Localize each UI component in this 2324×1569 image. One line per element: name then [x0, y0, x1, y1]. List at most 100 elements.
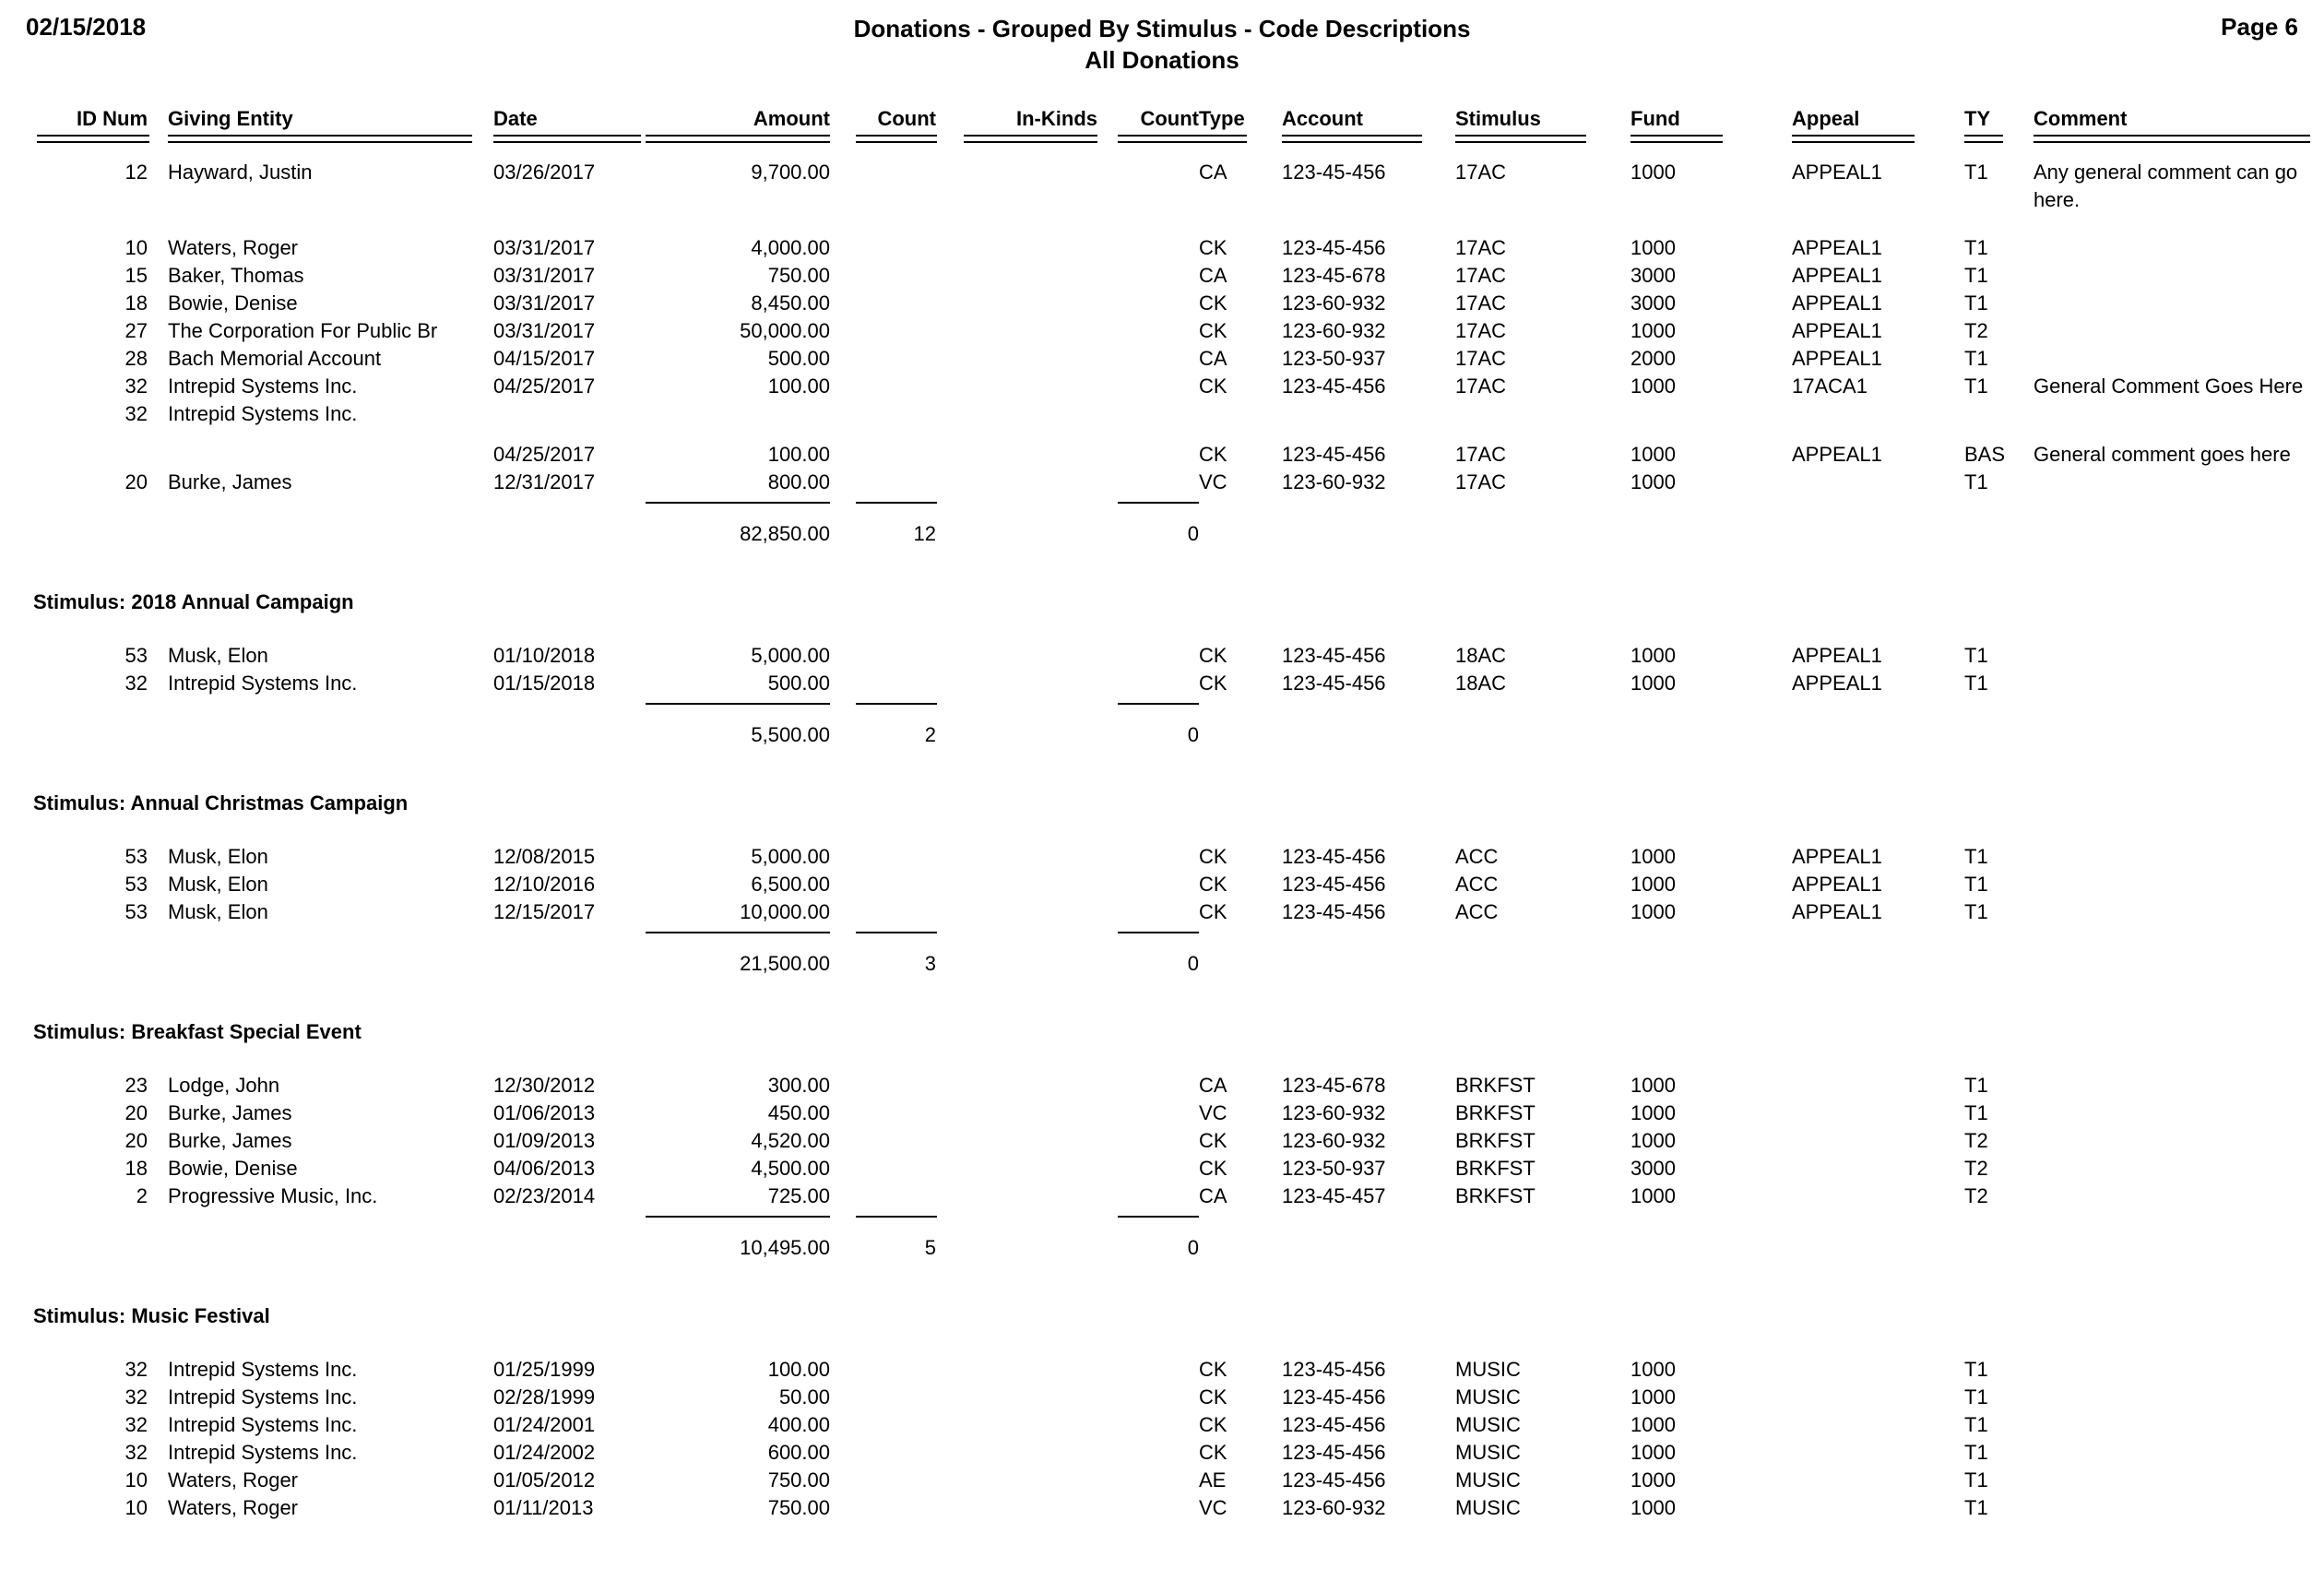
table-row[interactable]: 18 Bowie, Denise 03/31/2017 8,450.00 CK 123-6… [0, 290, 2324, 317]
cell-giving-entity: Burke, James [168, 1101, 292, 1124]
cell-stimulus: 17AC [1455, 291, 1507, 315]
cell-fund: 3000 [1630, 1157, 1676, 1180]
table-row[interactable]: 28 Bach Memorial Account 04/15/2017 500.00 C… [0, 345, 2324, 373]
cell-fund: 1000 [1630, 1468, 1676, 1492]
cell-appeal: APPEAL1 [1792, 160, 1882, 184]
cell-stimulus: 17AC [1455, 443, 1507, 466]
table-row[interactable]: 10 Waters, Roger 01/11/2013 750.00 VC 123-60-… [0, 1494, 2324, 1522]
cell-date: 01/15/2018 [493, 672, 596, 695]
cell-account: 123-45-456 [1282, 236, 1386, 259]
cell-stimulus: ACC [1455, 873, 1499, 896]
table-row[interactable]: 27 The Corporation For Public Br 03/31/201… [0, 317, 2324, 345]
cell-date: 04/25/2017 [493, 443, 596, 466]
cell-stimulus: ACC [1455, 900, 1499, 923]
page-number: Page 6 [2221, 13, 2298, 41]
cell-account: 123-45-456 [1282, 1468, 1386, 1492]
cell-ty: T1 [1964, 1074, 1988, 1097]
cell-stimulus: BRKFST [1455, 1101, 1536, 1124]
column-rule-id-num [37, 135, 149, 143]
table-row[interactable]: 53 Musk, Elon 12/15/2017 10,000.00 CK 123-45-… [0, 898, 2324, 926]
cell-account: 123-60-932 [1282, 1129, 1386, 1152]
stimulus-group-title: Stimulus: 2018 Annual Campaign [33, 590, 354, 613]
cell-id-num: 32 [125, 1441, 148, 1464]
cell-fund: 1000 [1630, 319, 1676, 342]
table-row[interactable]: 12 Hayward, Justin 03/26/2017 9,700.00 CA 123… [0, 159, 2324, 214]
cell-account: 123-60-932 [1282, 470, 1386, 493]
table-row[interactable]: 10 Waters, Roger 01/05/2012 750.00 AE 123-45-… [0, 1467, 2324, 1494]
cell-ty: T1 [1964, 264, 1988, 287]
cell-account: 123-60-932 [1282, 1496, 1386, 1519]
cell-ty: T2 [1964, 1129, 1988, 1152]
subtotal-row: 10,495.00 5 0 [0, 1234, 2324, 1262]
table-row[interactable]: 18 Bowie, Denise 04/06/2013 4,500.00 CK 123-5… [0, 1155, 2324, 1183]
table-row[interactable]: 32 Intrepid Systems Inc. 01/24/2002 600.00 C… [0, 1439, 2324, 1467]
column-rule-comment [2034, 135, 2310, 143]
column-rule-fund [1630, 135, 1723, 143]
table-row[interactable]: 32 Intrepid Systems Inc. [0, 400, 2324, 428]
column-rule-amount [646, 135, 830, 143]
cell-type: CA [1199, 264, 1227, 287]
group-gap [0, 149, 2324, 159]
cell-ty: T1 [1964, 236, 1988, 259]
group-title-gap [0, 1330, 2324, 1356]
cell-amount: 50.00 [778, 1385, 830, 1409]
cell-amount: 300.00 [767, 1074, 830, 1097]
cell-appeal: APPEAL1 [1792, 443, 1882, 466]
table-row[interactable]: 53 Musk, Elon 01/10/2018 5,000.00 CK 123-45-4… [0, 642, 2324, 670]
cell-comment: General comment goes here [2034, 443, 2291, 466]
subtotal-rule-band [0, 496, 2324, 520]
table-row[interactable]: 20 Burke, James 12/31/2017 800.00 VC 123-60-9… [0, 469, 2324, 496]
cell-fund: 1000 [1630, 443, 1676, 466]
table-row[interactable]: 32 Intrepid Systems Inc. 04/25/2017 100.00 C… [0, 373, 2324, 400]
cell-stimulus: MUSIC [1455, 1496, 1521, 1519]
table-row[interactable]: 20 Burke, James 01/06/2013 450.00 VC 123-60-9… [0, 1099, 2324, 1127]
subtotal-rule-amount [646, 1216, 830, 1218]
column-rule-type [1199, 135, 1247, 143]
cell-fund: 1000 [1630, 672, 1676, 695]
cell-appeal: APPEAL1 [1792, 644, 1882, 667]
row-gap [0, 214, 2324, 234]
cell-amount: 10,000.00 [740, 900, 830, 923]
cell-date: 12/08/2015 [493, 845, 596, 868]
cell-amount: 6,500.00 [751, 873, 830, 896]
subtotal-rule-count [856, 1216, 937, 1218]
subtotal-rule-count-2 [1118, 1216, 1199, 1218]
table-row[interactable]: 10 Waters, Roger 03/31/2017 4,000.00 CK 123-4… [0, 234, 2324, 262]
cell-ty: T2 [1964, 1157, 1988, 1180]
table-row[interactable]: 32 Intrepid Systems Inc. 01/25/1999 100.00 C… [0, 1356, 2324, 1384]
column-header-giving-entity: Giving Entity [168, 107, 293, 130]
table-row[interactable]: 32 Intrepid Systems Inc. 02/28/1999 50.00 CK… [0, 1384, 2324, 1411]
cell-ty: T1 [1964, 644, 1988, 667]
table-row[interactable]: 20 Burke, James 01/09/2013 4,520.00 CK 123-60… [0, 1127, 2324, 1155]
column-header-fund: Fund [1630, 107, 1680, 130]
table-row[interactable]: 53 Musk, Elon 12/10/2016 6,500.00 CK 123-45-4… [0, 871, 2324, 898]
cell-date: 04/06/2013 [493, 1157, 596, 1180]
table-row[interactable]: 53 Musk, Elon 12/08/2015 5,000.00 CK 123-45-4… [0, 843, 2324, 871]
cell-fund: 1000 [1630, 1413, 1676, 1436]
cell-appeal: APPEAL1 [1792, 291, 1882, 315]
cell-account: 123-50-937 [1282, 1157, 1386, 1180]
cell-giving-entity: Musk, Elon [168, 644, 268, 667]
group-gap [0, 1262, 2324, 1302]
subtotal-rule-amount [646, 932, 830, 933]
column-header-amount: Amount [753, 107, 830, 130]
cell-type: CK [1199, 1129, 1227, 1152]
cell-ty: T1 [1964, 1413, 1988, 1436]
table-row[interactable]: 32 Intrepid Systems Inc. 01/24/2001 400.00 C… [0, 1411, 2324, 1439]
table-row[interactable]: 32 Intrepid Systems Inc. 01/15/2018 500.00 C… [0, 670, 2324, 697]
table-row[interactable]: 23 Lodge, John 12/30/2012 300.00 CA 123-45-67… [0, 1072, 2324, 1099]
cell-id-num: 53 [125, 900, 148, 923]
cell-id-num: 53 [125, 845, 148, 868]
cell-fund: 1000 [1630, 1101, 1676, 1124]
table-row[interactable]: 04/25/2017 100.00 CK 123-45-456 17AC 1000 APPE… [0, 441, 2324, 469]
cell-ty: T1 [1964, 160, 1988, 184]
page-subtitle: All Donations [1085, 46, 1239, 74]
column-header-stimulus: Stimulus [1455, 107, 1541, 130]
subtotal-rule-count [856, 502, 937, 504]
cell-amount: 800.00 [767, 470, 830, 493]
table-row[interactable]: 2 Progressive Music, Inc. 02/23/2014 725.00… [0, 1183, 2324, 1210]
cell-account: 123-45-678 [1282, 264, 1386, 287]
table-row[interactable]: 15 Baker, Thomas 03/31/2017 750.00 CA 123-45-… [0, 262, 2324, 290]
group-title-gap [0, 616, 2324, 642]
cell-account: 123-45-678 [1282, 1074, 1386, 1097]
